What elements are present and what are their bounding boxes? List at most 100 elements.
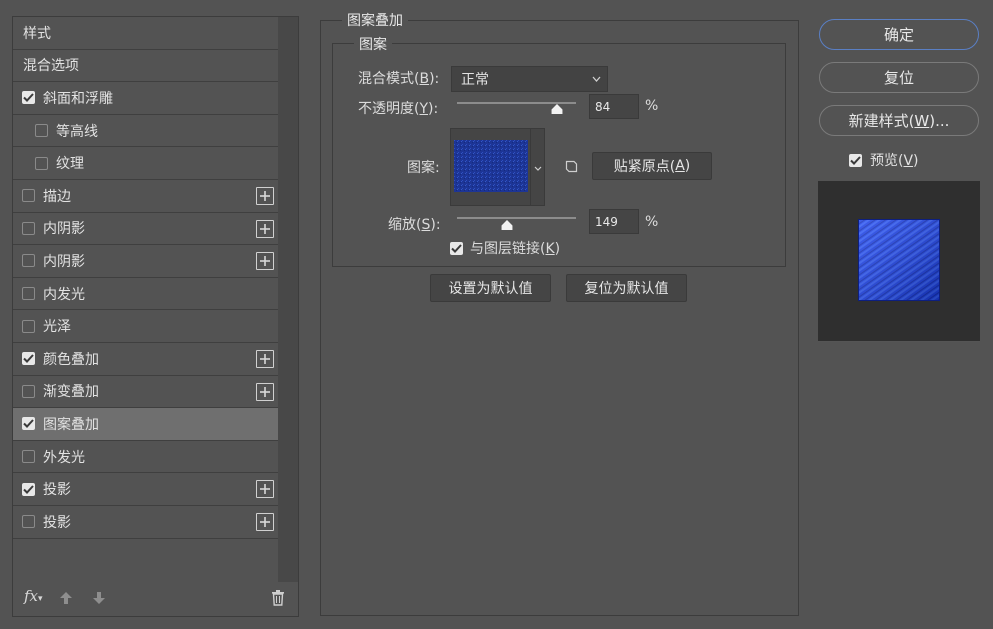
pattern-picker-dropdown[interactable] — [530, 128, 545, 206]
style-item-label: 斜面和浮雕 — [43, 90, 113, 107]
style-item-checkbox[interactable] — [22, 515, 35, 529]
set-default-label: 设置为默认值 — [448, 281, 533, 297]
snap-origin-label: 贴紧原点( — [613, 159, 676, 175]
style-item-checkbox[interactable] — [22, 384, 35, 398]
style-item[interactable]: 光泽 — [13, 310, 278, 343]
style-item-label: 等高线 — [56, 123, 98, 140]
checkmark-icon — [850, 155, 861, 165]
pattern-label: 图案: — [407, 160, 440, 176]
style-item-label: 投影 — [43, 514, 71, 531]
preview-checkbox[interactable]: 预览(V) — [849, 150, 919, 170]
style-item-checkbox[interactable] — [22, 319, 35, 333]
scale-slider-track[interactable] — [457, 217, 576, 219]
scale-input[interactable]: 149 — [589, 209, 639, 234]
opacity-unit: % — [645, 98, 659, 114]
style-item-label: 内阴影 — [43, 221, 85, 238]
style-item[interactable]: 内阴影 — [13, 245, 278, 278]
checkmark-icon — [23, 419, 34, 429]
new-style-label: 新建样式( — [848, 112, 915, 130]
style-item-checkbox[interactable] — [22, 254, 35, 268]
plus-icon — [260, 386, 270, 397]
link-with-layer-checkbox[interactable]: 与图层链接(K) — [450, 238, 560, 258]
style-item-checkbox[interactable] — [35, 124, 48, 138]
style-item[interactable]: 内阴影 — [13, 213, 278, 246]
style-item-label: 投影 — [43, 482, 71, 499]
style-item-checkbox[interactable] — [35, 156, 48, 170]
style-item-checkbox[interactable] — [22, 221, 35, 235]
style-item-checkbox[interactable] — [22, 450, 35, 464]
style-item-checkbox[interactable] — [22, 287, 35, 301]
link-with-layer-label: 与图层链接(K) — [470, 238, 560, 258]
scale-label-close: ): — [430, 217, 441, 233]
blend-mode-label-close: ): — [429, 71, 440, 87]
opacity-slider-thumb[interactable] — [551, 104, 563, 114]
opacity-input[interactable]: 84 — [589, 94, 639, 119]
scale-slider-thumb[interactable] — [501, 220, 513, 230]
pattern-swatch — [454, 140, 528, 192]
trash-icon[interactable] — [271, 589, 285, 606]
snap-origin-shortcut: A — [675, 158, 685, 174]
style-item-checkbox[interactable] — [22, 352, 35, 366]
plus-icon — [260, 256, 270, 267]
style-item[interactable]: 渐变叠加 — [13, 376, 278, 409]
blend-mode-label-text: 混合模式( — [358, 71, 420, 87]
styles-footer: fx▾ — [13, 580, 298, 616]
style-item[interactable]: 内发光 — [13, 278, 278, 311]
opacity-shortcut: Y — [419, 101, 429, 117]
fx-button[interactable]: fx▾ — [24, 587, 43, 605]
scale-unit: % — [645, 214, 659, 230]
style-preview — [818, 181, 980, 342]
reset-to-default-button[interactable]: 复位为默认值 — [566, 274, 687, 302]
style-item-label: 颜色叠加 — [43, 351, 99, 368]
add-effect-icon[interactable] — [256, 512, 274, 531]
style-item[interactable]: 外发光 — [13, 441, 278, 474]
style-item-label: 纹理 — [56, 156, 84, 173]
preview-check[interactable] — [849, 153, 862, 167]
checkmark-icon — [451, 243, 462, 253]
style-item-label: 内阴影 — [43, 253, 85, 270]
move-down-icon[interactable] — [92, 590, 106, 606]
ok-button[interactable]: 确定 — [819, 19, 979, 50]
style-item-checkbox[interactable] — [22, 482, 35, 496]
style-item[interactable]: 等高线 — [13, 115, 278, 148]
style-item[interactable]: 颜色叠加 — [13, 343, 278, 376]
add-effect-icon[interactable] — [256, 349, 274, 368]
add-effect-icon[interactable] — [256, 186, 274, 205]
styles-header-label: 样式 — [23, 25, 51, 42]
plus-icon — [260, 223, 270, 234]
pattern-swatch-button[interactable] — [450, 128, 531, 206]
checkmark-icon — [23, 484, 34, 494]
new-preset-icon[interactable] — [565, 160, 578, 173]
reset-button[interactable]: 复位 — [819, 62, 979, 93]
style-item-checkbox[interactable] — [22, 417, 35, 431]
styles-list-scrollbar[interactable] — [278, 17, 298, 582]
link-with-layer-check[interactable] — [450, 241, 463, 255]
plus-icon — [260, 353, 270, 364]
add-effect-icon[interactable] — [256, 252, 274, 271]
style-item-checkbox[interactable] — [22, 91, 35, 105]
snap-to-origin-button[interactable]: 贴紧原点(A) — [592, 152, 712, 180]
style-item[interactable]: 图案叠加 — [13, 408, 278, 441]
style-item[interactable]: 描边 — [13, 180, 278, 213]
add-effect-icon[interactable] — [256, 382, 274, 401]
blend-options-item[interactable]: 混合选项 — [13, 50, 278, 83]
add-effect-icon[interactable] — [256, 219, 274, 238]
style-item[interactable]: 投影 — [13, 506, 278, 539]
add-effect-icon[interactable] — [256, 480, 274, 499]
style-item[interactable]: 斜面和浮雕 — [13, 82, 278, 115]
styles-list: 样式 混合选项 斜面和浮雕 等高线 纹理 描边 内阴影 内阴影 内发光 光泽 颜色叠加 渐变叠加图… — [13, 17, 278, 539]
set-as-default-button[interactable]: 设置为默认值 — [430, 274, 551, 302]
blend-mode-label: 混合模式(B): — [358, 68, 439, 88]
style-item[interactable]: 纹理 — [13, 147, 278, 180]
styles-header[interactable]: 样式 — [13, 17, 278, 50]
blend-mode-select[interactable]: 正常 — [451, 66, 608, 92]
opacity-label-close: ): — [428, 101, 439, 117]
style-item-checkbox[interactable] — [22, 189, 35, 203]
new-style-shortcut: W — [914, 111, 930, 130]
link-layer-label-text: 与图层链接( — [470, 241, 546, 257]
scale-value: 149 — [595, 214, 618, 229]
move-up-icon[interactable] — [59, 590, 73, 606]
link-layer-shortcut: K — [545, 241, 555, 257]
style-item[interactable]: 投影 — [13, 473, 278, 506]
new-style-button[interactable]: 新建样式(W)... — [819, 105, 979, 136]
